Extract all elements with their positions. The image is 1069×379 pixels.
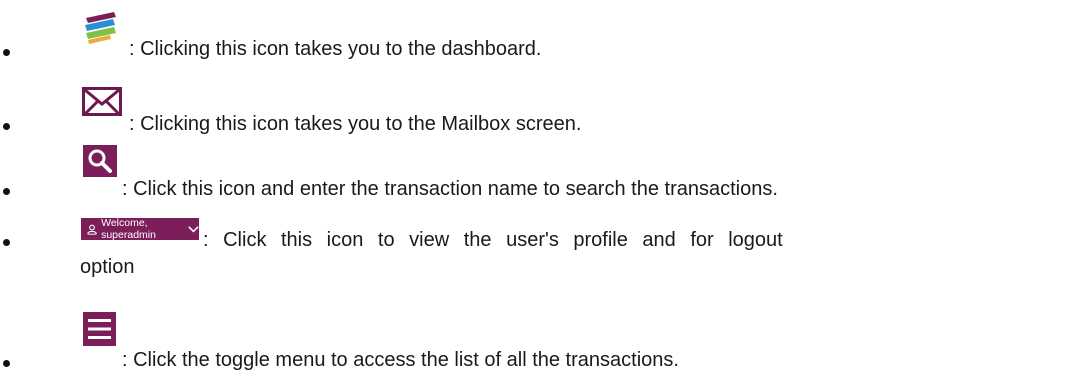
item-text: : Clicking this icon takes you to the da… — [129, 38, 542, 60]
welcome-label: Welcome, superadmin — [101, 217, 156, 241]
user-welcome-icon — [87, 224, 97, 235]
bullet — [3, 188, 10, 195]
item-text-continued: option — [80, 256, 135, 278]
hamburger-menu-icon[interactable] — [83, 312, 116, 352]
list-item-search: : Click this icon and enter the transact… — [0, 145, 1069, 200]
list-item-dashboard: : Clicking this icon takes you to the da… — [0, 0, 1069, 70]
item-text: : Clicking this icon takes you to the Ma… — [129, 113, 582, 135]
welcome-user-button[interactable]: Welcome, superadmin — [81, 217, 199, 241]
item-text: : Click this icon and enter the transact… — [122, 178, 778, 200]
item-text: : Click this icon to view the user's pro… — [203, 229, 783, 251]
mail-icon[interactable] — [82, 87, 122, 123]
bullet — [3, 239, 10, 246]
bullet — [3, 49, 10, 56]
list-item-mailbox: : Clicking this icon takes you to the Ma… — [0, 80, 1069, 140]
chevron-down-icon — [188, 225, 199, 233]
bullet — [3, 360, 10, 367]
page: { "items": [ { "icon": "dashboard-logo-i… — [0, 0, 1069, 379]
search-icon[interactable] — [83, 145, 117, 183]
list-item-menu: : Click the toggle menu to access the li… — [0, 295, 1069, 379]
dashboard-logo-icon[interactable] — [80, 8, 122, 54]
bullet — [3, 123, 10, 130]
item-text: : Click the toggle menu to access the li… — [122, 349, 679, 371]
list-item-user-profile: Welcome, superadmin : Click this icon to… — [0, 200, 1069, 290]
